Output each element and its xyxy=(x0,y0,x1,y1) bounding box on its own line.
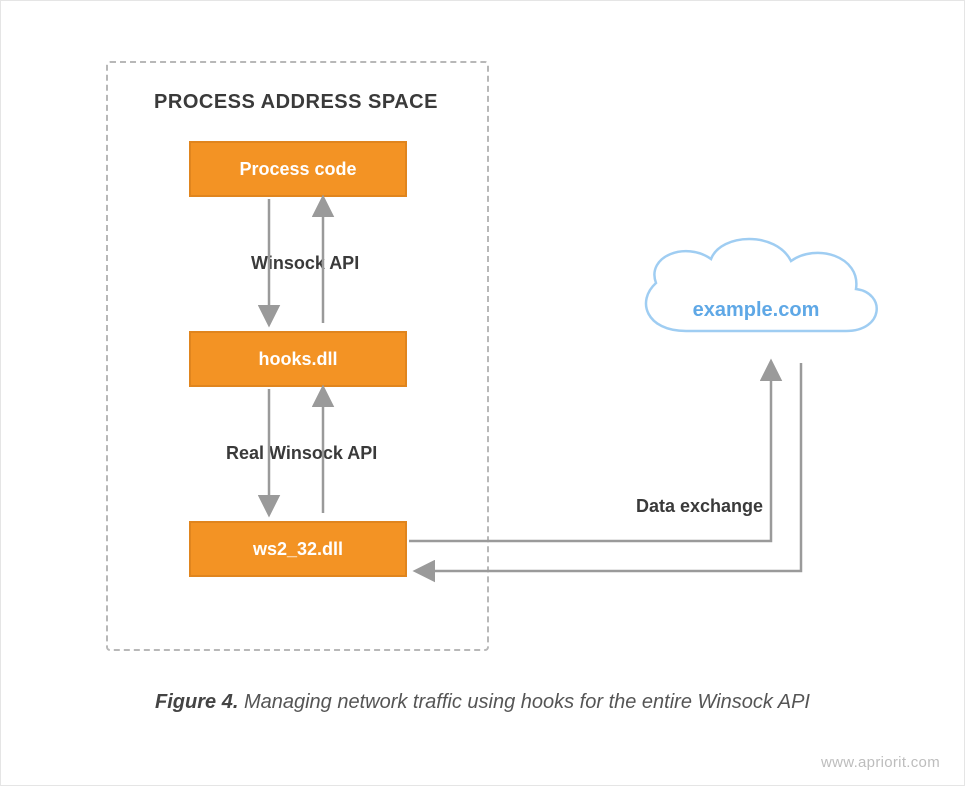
node-label: hooks.dll xyxy=(258,349,337,370)
node-label: ws2_32.dll xyxy=(253,539,343,560)
figure-caption: Figure 4. Managing network traffic using… xyxy=(1,691,964,714)
cloud-example-com: example.com xyxy=(616,221,896,361)
cloud-icon xyxy=(616,221,896,361)
edge-label-real-winsock-api: Real Winsock API xyxy=(226,443,377,464)
node-ws2-32-dll: ws2_32.dll xyxy=(189,521,407,577)
node-label: Process code xyxy=(239,159,356,180)
figure-caption-text: Managing network traffic using hooks for… xyxy=(238,691,810,713)
figure-caption-prefix: Figure 4. xyxy=(155,691,238,713)
cloud-host-label: example.com xyxy=(616,299,896,322)
watermark: www.apriorit.com xyxy=(821,754,940,771)
node-process-code: Process code xyxy=(189,141,407,197)
edge-label-data-exchange: Data exchange xyxy=(636,496,763,517)
figure-canvas: PROCESS ADDRESS SPACE Process code hooks… xyxy=(0,0,965,786)
figure-inner: PROCESS ADDRESS SPACE Process code hooks… xyxy=(41,21,926,721)
edge-label-winsock-api: Winsock API xyxy=(251,253,359,274)
node-hooks-dll: hooks.dll xyxy=(189,331,407,387)
section-title: PROCESS ADDRESS SPACE xyxy=(141,91,451,114)
